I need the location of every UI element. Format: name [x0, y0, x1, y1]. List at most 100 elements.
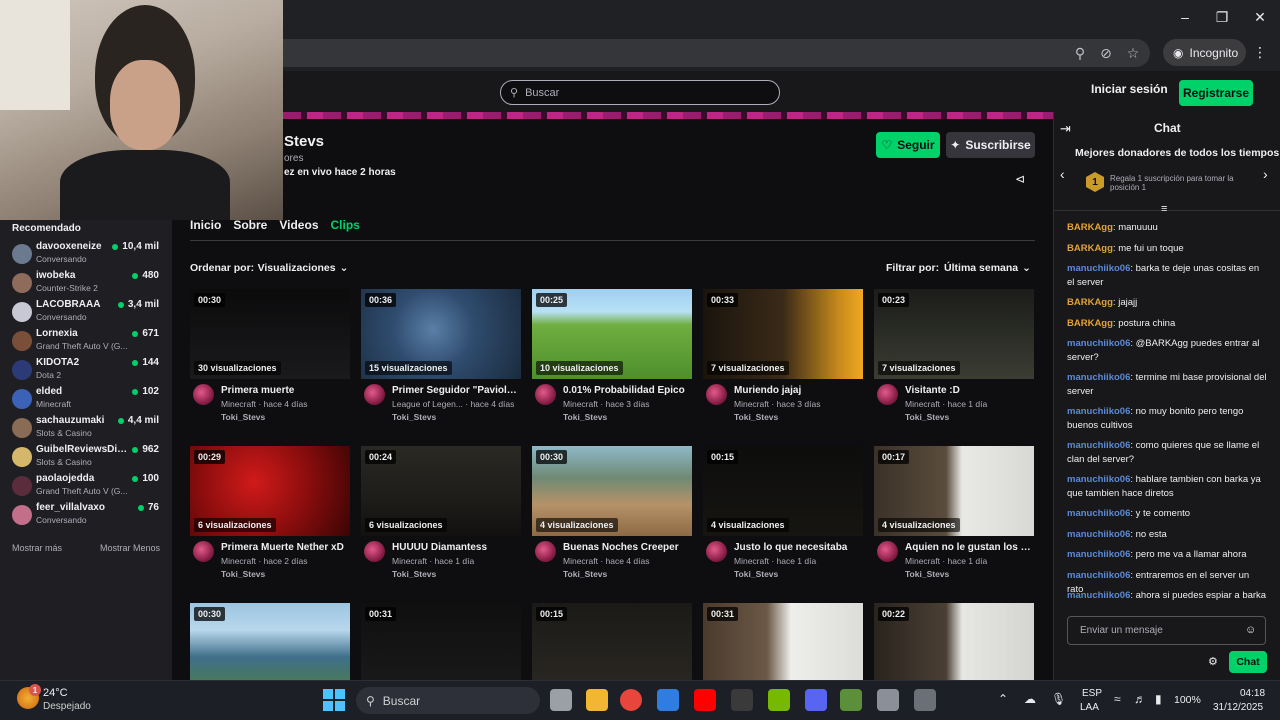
incognito-indicator[interactable]: ◉ Incognito	[1163, 39, 1246, 66]
sidebar-item[interactable]: iwobeka Counter-Strike 2 480	[0, 269, 172, 298]
clip-author[interactable]: Toki_Stevs	[905, 569, 949, 579]
star-icon[interactable]: ☆	[1123, 44, 1143, 62]
sidebar-item[interactable]: KIDOTA2 Dota 2 144	[0, 356, 172, 385]
clip-author[interactable]: Toki_Stevs	[734, 412, 778, 422]
tab-sobre[interactable]: Sobre	[233, 218, 267, 240]
kebab-menu-icon[interactable]: ⋮	[1253, 44, 1267, 61]
filter-dropdown[interactable]: Última semana ⌄	[940, 258, 1035, 278]
clip-card[interactable]: 00:23 7 visualizaciones Visitante :D Minecr…	[874, 289, 1034, 429]
sidebar-item[interactable]: feer_villalvaxo Conversando 76	[0, 501, 172, 530]
chat-pin-icon[interactable]: ≡	[1161, 203, 1167, 215]
clip-thumbnail[interactable]: 00:24 6 visualizaciones	[361, 446, 521, 536]
address-bar[interactable]	[180, 39, 1150, 67]
clip-card[interactable]: 00:30 30 visualizaciones Primera muerte Min…	[190, 289, 350, 429]
clip-title[interactable]: Justo lo que necesitaba	[734, 542, 862, 553]
clip-card[interactable]: 00:25 10 visualizaciones 0.01% Probabilida…	[532, 289, 692, 429]
order-dropdown[interactable]: Visualizaciones ⌄	[254, 258, 352, 278]
wifi-icon[interactable]: ≈	[1114, 692, 1121, 706]
chat-username[interactable]: BARKAgg	[1067, 318, 1113, 329]
chat-username[interactable]: manuchiiko06	[1067, 549, 1130, 560]
clip-thumbnail[interactable]: 00:36 15 visualizaciones	[361, 289, 521, 379]
affinity-icon[interactable]	[657, 689, 679, 711]
close-icon[interactable]: ✕	[1250, 8, 1270, 26]
clip-title[interactable]: Primer Seguidor "Paviolo...	[392, 385, 520, 396]
clip-author[interactable]: Toki_Stevs	[563, 412, 607, 422]
clip-thumbnail[interactable]: 00:17 4 visualizaciones	[874, 446, 1034, 536]
clip-card[interactable]: 00:33 7 visualizaciones Muriendo jajaj Mine…	[703, 289, 863, 429]
chat-username[interactable]: BARKAgg	[1067, 297, 1113, 308]
discord-icon[interactable]	[805, 689, 827, 711]
clip-title[interactable]: Buenas Noches Creeper	[563, 542, 691, 553]
keyboard-layout[interactable]: LAA	[1080, 702, 1099, 713]
clip-thumbnail[interactable]: 00:33 7 visualizaciones	[703, 289, 863, 379]
file-explorer-icon[interactable]	[586, 689, 608, 711]
clip-thumbnail[interactable]: 00:29 6 visualizaciones	[190, 446, 350, 536]
sidebar-item[interactable]: Lornexia Grand Theft Auto V (G... 671	[0, 327, 172, 356]
clip-card[interactable]: 00:17 4 visualizaciones Aquien no le gusta…	[874, 446, 1034, 586]
chat-send-button[interactable]: Chat	[1229, 651, 1267, 673]
chat-username[interactable]: BARKAgg	[1067, 243, 1113, 254]
sidebar-item[interactable]: LACOBRAAA Conversando 3,4 mil	[0, 298, 172, 327]
clip-thumbnail[interactable]: 00:23 7 visualizaciones	[874, 289, 1034, 379]
clock-time[interactable]: 04:18	[1240, 688, 1265, 699]
chat-username[interactable]: manuchiiko06	[1067, 508, 1130, 519]
chat-username[interactable]: BARKAgg	[1067, 222, 1113, 233]
clip-card[interactable]: 00:30 4 visualizaciones Buenas Noches Cree…	[532, 446, 692, 586]
language-indicator[interactable]: ESP	[1082, 688, 1102, 699]
tab-videos[interactable]: Videos	[279, 218, 318, 240]
avatar[interactable]	[535, 541, 556, 562]
avatar[interactable]	[877, 384, 898, 405]
chat-username[interactable]: manuchiiko06	[1067, 590, 1130, 601]
avatar[interactable]	[193, 541, 214, 562]
chrome-icon[interactable]	[620, 689, 642, 711]
share-icon[interactable]: ⊲	[1015, 172, 1025, 186]
settings-icon[interactable]	[877, 689, 899, 711]
clip-title[interactable]: Muriendo jajaj	[734, 385, 862, 396]
chat-username[interactable]: manuchiiko06	[1067, 570, 1130, 581]
sidebar-item[interactable]: sachauzumaki Slots & Casino 4,4 mil	[0, 414, 172, 443]
clip-author[interactable]: Toki_Stevs	[392, 412, 436, 422]
chat-username[interactable]: manuchiiko06	[1067, 338, 1130, 349]
gear-icon[interactable]: ⚙	[1208, 655, 1218, 668]
emoji-icon[interactable]: ☺	[1245, 624, 1256, 636]
cloud-icon[interactable]: ☁	[1024, 692, 1036, 706]
clip-author[interactable]: Toki_Stevs	[221, 569, 265, 579]
login-button[interactable]: Iniciar sesión	[1091, 82, 1168, 96]
avatar[interactable]	[364, 384, 385, 405]
search-input[interactable]: ⚲ Buscar	[500, 80, 780, 105]
clip-author[interactable]: Toki_Stevs	[392, 569, 436, 579]
minimize-icon[interactable]: –	[1175, 8, 1195, 26]
subscribe-button[interactable]: ✦ Suscribirse	[946, 132, 1035, 158]
sidebar-item[interactable]: davooxeneize Conversando 10,4 mil	[0, 240, 172, 269]
avatar[interactable]	[193, 384, 214, 405]
clip-card[interactable]: 00:24 6 visualizaciones HUUUU Diamantess Mi…	[361, 446, 521, 586]
clip-thumbnail[interactable]: 00:30 30 visualizaciones	[190, 289, 350, 379]
clip-thumbnail[interactable]: 00:25 10 visualizaciones	[532, 289, 692, 379]
task-view-icon[interactable]	[550, 689, 572, 711]
avatar[interactable]	[364, 541, 385, 562]
chevron-left-icon[interactable]: ‹	[1060, 166, 1065, 182]
restore-icon[interactable]: ❐	[1212, 8, 1232, 26]
youtube-icon[interactable]	[694, 689, 716, 711]
tab-clips[interactable]: Clips	[331, 218, 360, 240]
show-less-link[interactable]: Mostrar Menos	[100, 543, 160, 553]
clip-title[interactable]: Aquien no le gustan los Di...	[905, 542, 1033, 553]
clip-card[interactable]: 00:15 4 visualizaciones Justo lo que neces…	[703, 446, 863, 586]
tab-inicio[interactable]: Inicio	[190, 218, 221, 240]
clip-author[interactable]: Toki_Stevs	[905, 412, 949, 422]
clock-date[interactable]: 31/12/2025	[1213, 702, 1263, 713]
chat-username[interactable]: manuchiiko06	[1067, 406, 1130, 417]
chevron-right-icon[interactable]: ›	[1263, 166, 1268, 182]
clip-title[interactable]: 0.01% Probabilidad Epico	[563, 385, 691, 396]
volume-icon[interactable]: ♬	[1134, 692, 1146, 706]
minecraft-icon[interactable]	[840, 689, 862, 711]
clip-card[interactable]: 00:36 15 visualizaciones Primer Seguidor "…	[361, 289, 521, 429]
clip-author[interactable]: Toki_Stevs	[734, 569, 778, 579]
media-player-icon[interactable]	[914, 689, 936, 711]
microphone-icon[interactable]: 🎙	[1051, 692, 1066, 706]
avatar[interactable]	[877, 541, 898, 562]
clip-author[interactable]: Toki_Stevs	[221, 412, 265, 422]
avatar[interactable]	[535, 384, 556, 405]
chat-username[interactable]: manuchiiko06	[1067, 474, 1130, 485]
chat-username[interactable]: manuchiiko06	[1067, 372, 1130, 383]
